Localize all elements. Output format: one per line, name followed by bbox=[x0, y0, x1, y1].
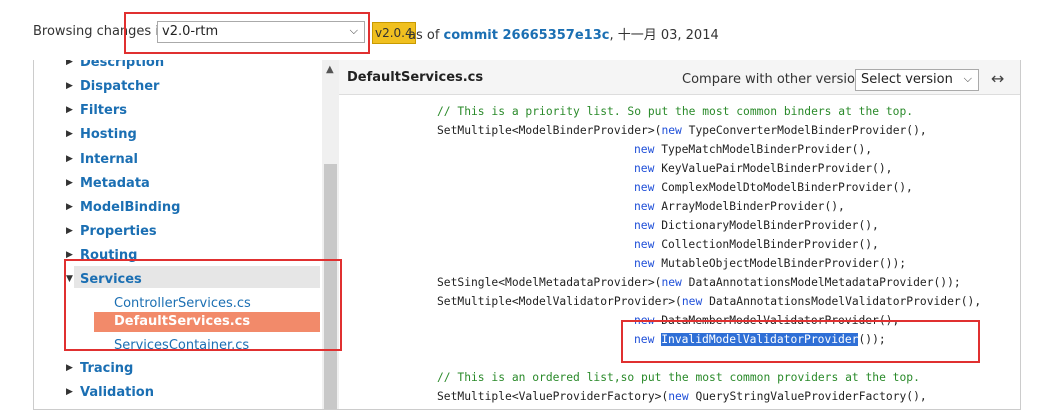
tree-item-dispatcher[interactable]: ▶ Dispatcher bbox=[66, 79, 159, 94]
code-line: new DictionaryModelBinderProvider(), bbox=[634, 219, 879, 232]
chevron-right-icon: ▶ bbox=[66, 363, 73, 373]
chevron-right-icon: ▶ bbox=[66, 60, 73, 67]
as-of-label: as of bbox=[408, 28, 440, 43]
chevron-down-icon: ▼ bbox=[66, 274, 73, 284]
tree-item-description[interactable]: ▶ Description bbox=[66, 60, 164, 70]
chevron-right-icon: ▶ bbox=[66, 178, 73, 188]
sidebar-scrollbar[interactable]: ▲ bbox=[322, 60, 339, 409]
tree-item-modelbinding[interactable]: ▶ ModelBinding bbox=[66, 200, 180, 215]
compare-label: Compare with other versions: bbox=[682, 72, 875, 87]
chevron-down-icon: ⌵ bbox=[349, 24, 358, 37]
branch-select[interactable]: v2.0-rtm ⌵ bbox=[157, 21, 365, 43]
tree-item-validation[interactable]: ▶ Validation bbox=[66, 385, 154, 400]
code-line: new DataMemberModelValidatorProvider(), bbox=[634, 314, 900, 327]
code-line: new MutableObjectModelBinderProvider()); bbox=[634, 257, 907, 270]
chevron-down-icon: ⌵ bbox=[963, 72, 972, 85]
top-bar: Browsing changes in v2.0-rtm ⌵ v2.0.4 as… bbox=[0, 0, 1060, 60]
version-select[interactable]: Select version ⌵ bbox=[855, 69, 979, 91]
as-of-text: as of commit 26665357e13c, 十一月 03, 2014 bbox=[408, 24, 719, 43]
browse-label: Browsing changes in bbox=[33, 24, 168, 39]
code-line: new ComplexModelDtoModelBinderProvider()… bbox=[634, 181, 913, 194]
tree-file-servicescontainer[interactable]: ServicesContainer.cs bbox=[114, 338, 249, 353]
chevron-right-icon: ▶ bbox=[66, 226, 73, 236]
panel-header: DefaultServices.cs Compare with other ve… bbox=[339, 60, 1020, 95]
code-line: SetMultiple<ModelBinderProvider>(new Typ… bbox=[437, 124, 927, 137]
code-line: // This is an ordered list,so put the mo… bbox=[437, 371, 920, 384]
code-line: SetMultiple<ValueProviderFactory>(new Qu… bbox=[437, 390, 927, 403]
chevron-right-icon: ▶ bbox=[66, 129, 73, 139]
chevron-right-icon: ▶ bbox=[66, 154, 73, 164]
chevron-right-icon: ▶ bbox=[66, 81, 73, 91]
code-line: // This is a priority list. So put the m… bbox=[437, 105, 914, 118]
selected-text[interactable]: InvalidModelValidatorProvider bbox=[661, 333, 859, 346]
code-line: new KeyValuePairModelBinderProvider(), bbox=[634, 162, 893, 175]
tree-item-tracing[interactable]: ▶ Tracing bbox=[66, 361, 133, 376]
chevron-right-icon: ▶ bbox=[66, 105, 73, 115]
file-tree-sidebar: ▶ Description ▶ Dispatcher ▶ Filters ▶ Hosti… bbox=[33, 60, 341, 410]
tree-file-controllerservices[interactable]: ControllerServices.cs bbox=[114, 296, 251, 311]
chevron-right-icon: ▶ bbox=[66, 250, 73, 260]
tree-file-defaultservices-selected[interactable]: DefaultServices.cs bbox=[94, 312, 320, 332]
tree-item-internal[interactable]: ▶ Internal bbox=[66, 152, 138, 167]
tree-item-hosting[interactable]: ▶ Hosting bbox=[66, 127, 137, 142]
swap-arrows-icon[interactable]: ↔ bbox=[991, 69, 1004, 88]
tree-item-filters[interactable]: ▶ Filters bbox=[66, 103, 127, 118]
tree-item-properties[interactable]: ▶ Properties bbox=[66, 224, 157, 239]
commit-date: , 十一月 03, 2014 bbox=[609, 28, 719, 43]
chevron-right-icon: ▶ bbox=[66, 202, 73, 212]
tree-item-services[interactable]: ▼ Services bbox=[66, 272, 142, 287]
commit-link[interactable]: commit 26665357e13c bbox=[444, 28, 610, 43]
code-line: new ArrayModelBinderProvider(), bbox=[634, 200, 845, 213]
code-line: new TypeMatchModelBinderProvider(), bbox=[634, 143, 873, 156]
chevron-right-icon: ▶ bbox=[66, 387, 73, 397]
code-line-highlighted: new InvalidModelValidatorProvider()); bbox=[634, 333, 886, 346]
code-line: SetMultiple<ModelValidatorProvider>(new … bbox=[437, 295, 982, 308]
file-title: DefaultServices.cs bbox=[347, 70, 484, 85]
code-panel: DefaultServices.cs Compare with other ve… bbox=[339, 60, 1021, 410]
code-line: SetSingle<ModelMetadataProvider>(new Dat… bbox=[437, 276, 961, 289]
version-select-value: Select version bbox=[861, 72, 953, 87]
tree-item-metadata[interactable]: ▶ Metadata bbox=[66, 176, 150, 191]
branch-select-value: v2.0-rtm bbox=[162, 24, 219, 39]
code-line: new CollectionModelBinderProvider(), bbox=[634, 238, 879, 251]
tree-item-routing[interactable]: ▶ Routing bbox=[66, 248, 137, 263]
scrollbar-thumb[interactable] bbox=[324, 164, 337, 409]
scroll-up-arrow-icon[interactable]: ▲ bbox=[326, 64, 334, 75]
